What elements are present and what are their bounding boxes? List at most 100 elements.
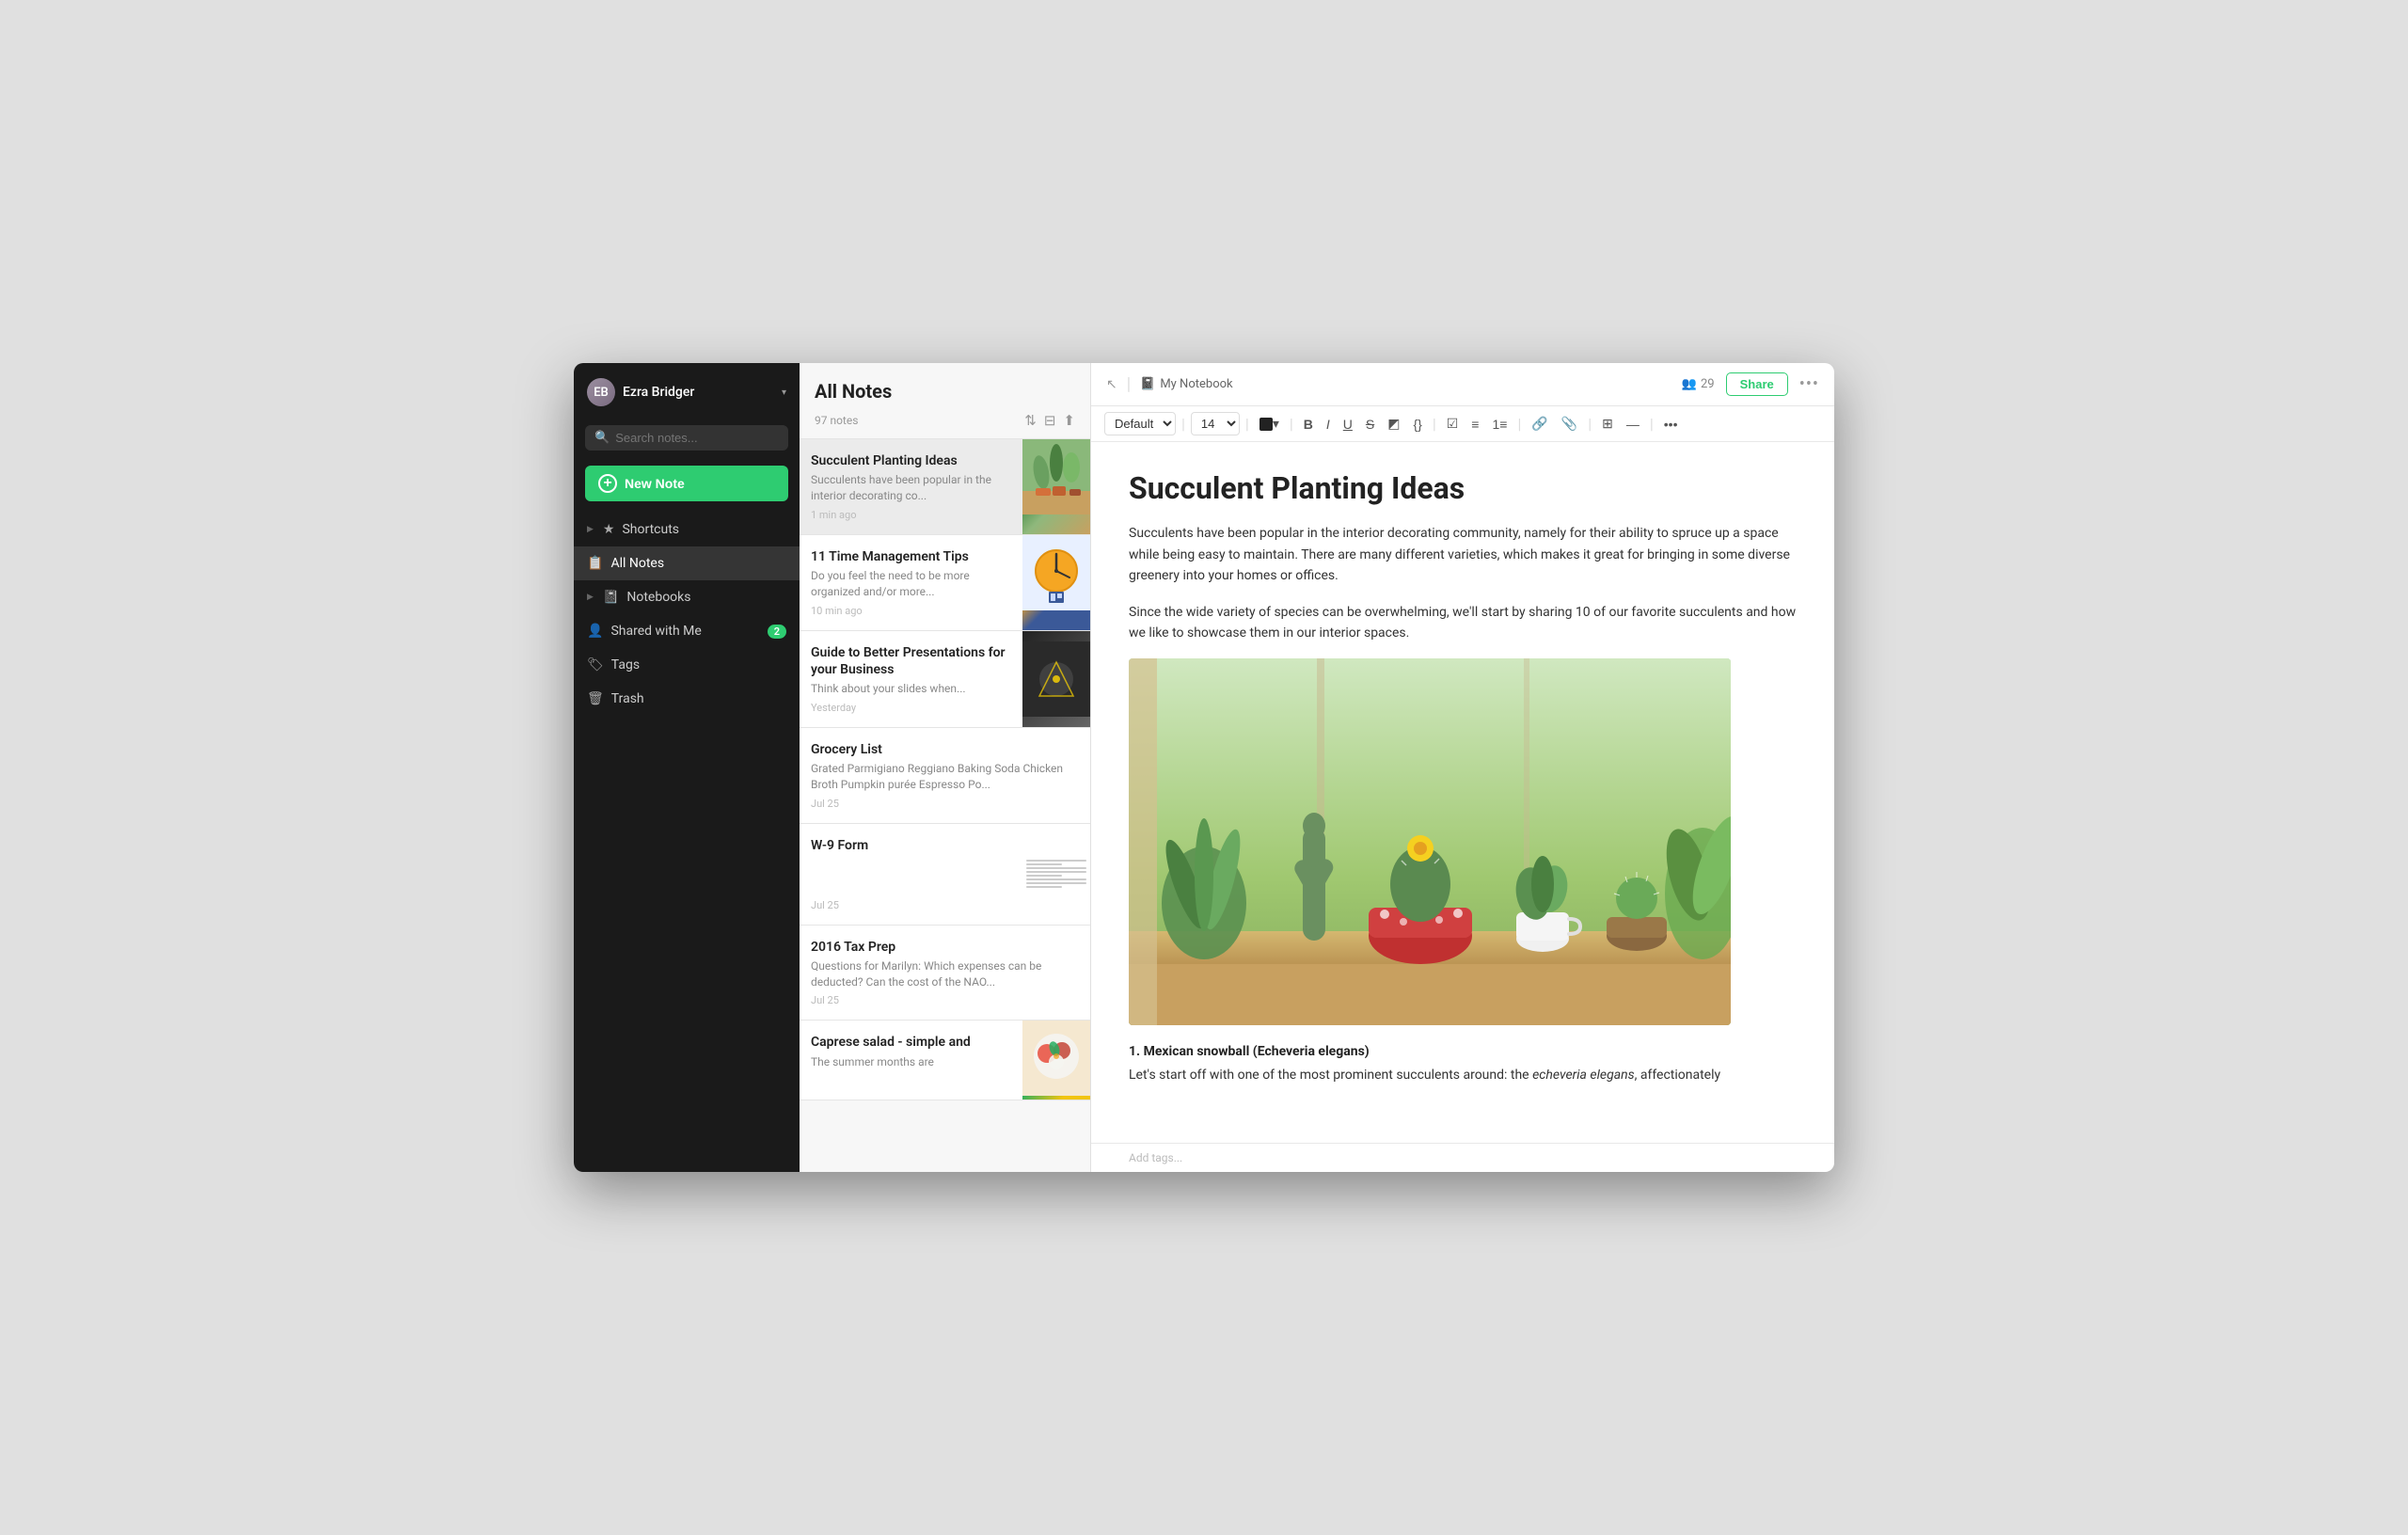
note-item-grocery[interactable]: Grocery List Grated Parmigiano Reggiano … bbox=[800, 728, 1090, 824]
sidebar-item-tags[interactable]: 🏷 Tags bbox=[574, 648, 800, 682]
sidebar-item-shortcuts[interactable]: ▶ ★ Shortcuts bbox=[574, 513, 800, 546]
note-thumb bbox=[1022, 1021, 1090, 1100]
note-time: 1 min ago bbox=[811, 509, 1011, 521]
search-input[interactable] bbox=[615, 431, 781, 445]
link-button[interactable]: 🔗 bbox=[1527, 413, 1552, 435]
table-button[interactable]: ⊞ bbox=[1597, 413, 1618, 435]
archive-icon[interactable]: ⬆ bbox=[1063, 412, 1075, 429]
note-title: 11 Time Management Tips bbox=[811, 548, 1011, 565]
format-sep: | bbox=[1433, 415, 1436, 433]
format-sep: | bbox=[1588, 415, 1592, 433]
highlight-button[interactable]: ◩ bbox=[1383, 413, 1404, 435]
user-profile[interactable]: EB Ezra Bridger ▾ bbox=[574, 363, 800, 421]
note-title: Caprese salad - simple and bbox=[811, 1034, 1011, 1051]
bold-button[interactable]: B bbox=[1299, 414, 1318, 435]
note-item-w9[interactable]: W-9 Form Jul 25 bbox=[800, 824, 1090, 926]
note-item-content: Succulent Planting Ideas Succulents have… bbox=[800, 439, 1022, 534]
unordered-list-button[interactable]: ≡ bbox=[1466, 414, 1483, 435]
note-time: Jul 25 bbox=[811, 798, 1077, 810]
notebooks-icon: 📓 bbox=[603, 590, 619, 605]
sidebar-item-shared[interactable]: 👤 Shared with Me 2 bbox=[574, 614, 800, 648]
search-bar[interactable]: 🔍 bbox=[585, 425, 788, 451]
sidebar-item-trash[interactable]: 🗑 Trash bbox=[574, 682, 800, 716]
attach-button[interactable]: 📎 bbox=[1557, 413, 1582, 435]
ordered-list-button[interactable]: 1≡ bbox=[1487, 414, 1512, 435]
note-item-content: Caprese salad - simple and The summer mo… bbox=[800, 1021, 1022, 1100]
arrow-icon: ▶ bbox=[587, 525, 594, 534]
note-time: Jul 25 bbox=[811, 899, 1011, 911]
font-color-button[interactable]: ▾ bbox=[1255, 413, 1284, 435]
sidebar-label-all-notes: All Notes bbox=[610, 556, 664, 571]
sidebar-label-shared: Shared with Me bbox=[610, 624, 701, 639]
more-format-button[interactable]: ••• bbox=[1659, 414, 1683, 435]
note-preview: Questions for Marilyn: Which expenses ca… bbox=[811, 958, 1077, 990]
checkbox-button[interactable]: ☑ bbox=[1442, 413, 1464, 435]
arrow-icon: ▶ bbox=[587, 593, 594, 602]
notes-icon: 📋 bbox=[587, 556, 603, 571]
collab-info: 👥 29 bbox=[1682, 377, 1715, 391]
add-tags-label[interactable]: Add tags... bbox=[1129, 1151, 1182, 1164]
code-button[interactable]: {} bbox=[1408, 414, 1426, 435]
notes-count: 97 notes bbox=[815, 414, 858, 427]
sidebar-label-notebooks: Notebooks bbox=[626, 590, 690, 605]
note-title-heading: Succulent Planting Ideas bbox=[1129, 470, 1797, 506]
notebook-ref[interactable]: 📓 My Notebook bbox=[1140, 377, 1232, 391]
shared-badge: 2 bbox=[768, 625, 786, 639]
note-title: Guide to Better Presentations for your B… bbox=[811, 644, 1011, 678]
view-toggle-icon[interactable]: ⊟ bbox=[1044, 412, 1056, 429]
sort-icon[interactable]: ⇅ bbox=[1024, 412, 1037, 429]
form-line bbox=[1026, 886, 1062, 888]
format-sep: | bbox=[1290, 415, 1293, 433]
note-item-content: 2016 Tax Prep Questions for Marilyn: Whi… bbox=[800, 926, 1090, 1021]
form-line bbox=[1026, 882, 1086, 884]
note-item-content: Grocery List Grated Parmigiano Reggiano … bbox=[800, 728, 1090, 823]
user-name: Ezra Bridger bbox=[623, 385, 774, 400]
sidebar-item-all-notes[interactable]: 📋 All Notes bbox=[574, 546, 800, 580]
notes-list-meta: 97 notes ⇅ ⊟ ⬆ bbox=[815, 412, 1075, 429]
nav-items: ▶ ★ Shortcuts 📋 All Notes ▶ 📓 Notebooks … bbox=[574, 513, 800, 1172]
note-preview: Succulents have been popular in the inte… bbox=[811, 472, 1011, 504]
form-line bbox=[1026, 878, 1086, 880]
note-item-succulent[interactable]: Succulent Planting Ideas Succulents have… bbox=[800, 439, 1090, 535]
sidebar-label-trash: Trash bbox=[611, 691, 644, 706]
more-options-icon[interactable]: ••• bbox=[1799, 374, 1819, 394]
note-item-content: Guide to Better Presentations for your B… bbox=[800, 631, 1022, 727]
divider-button[interactable]: — bbox=[1622, 414, 1644, 435]
strikethrough-button[interactable]: S bbox=[1361, 414, 1379, 435]
collab-icon: 👥 bbox=[1682, 377, 1697, 391]
form-line bbox=[1026, 860, 1086, 862]
note-item-time-mgmt[interactable]: 11 Time Management Tips Do you feel the … bbox=[800, 535, 1090, 631]
note-body-paragraph-1: Succulents have been popular in the inte… bbox=[1129, 523, 1797, 586]
toolbar-separator: | bbox=[1127, 374, 1131, 394]
editor-toolbar-top: ↖ | 📓 My Notebook 👥 29 Share ••• bbox=[1091, 363, 1834, 406]
new-note-button[interactable]: + New Note bbox=[585, 466, 788, 501]
format-sep: | bbox=[1245, 415, 1249, 433]
note-title: Succulent Planting Ideas bbox=[811, 452, 1011, 469]
notebook-icon: 📓 bbox=[1140, 377, 1155, 391]
toolbar-right: 👥 29 Share ••• bbox=[1682, 372, 1819, 396]
editor-footer[interactable]: Add tags... bbox=[1091, 1143, 1834, 1172]
note-item-tax[interactable]: 2016 Tax Prep Questions for Marilyn: Whi… bbox=[800, 926, 1090, 1021]
note-title: W-9 Form bbox=[811, 837, 1011, 854]
back-icon[interactable]: ↖ bbox=[1106, 377, 1117, 392]
note-preview: Grated Parmigiano Reggiano Baking Soda C… bbox=[811, 761, 1077, 793]
underline-button[interactable]: U bbox=[1339, 414, 1357, 435]
notes-list-header: All Notes 97 notes ⇅ ⊟ ⬆ bbox=[800, 363, 1090, 439]
notes-list-title: All Notes bbox=[815, 380, 1075, 403]
editor-format-bar: Default | 14 | ▾ | B I U S ◩ {} | ☑ ≡ 1≡… bbox=[1091, 406, 1834, 442]
new-note-label: New Note bbox=[625, 476, 685, 491]
note-item-caprese[interactable]: Caprese salad - simple and The summer mo… bbox=[800, 1021, 1090, 1100]
note-preview: Do you feel the need to be more organize… bbox=[811, 568, 1011, 600]
editor-panel: ↖ | 📓 My Notebook 👥 29 Share ••• Default bbox=[1091, 363, 1834, 1172]
note-preview bbox=[811, 857, 1011, 894]
share-button[interactable]: Share bbox=[1726, 372, 1788, 396]
font-size-select[interactable]: 14 bbox=[1191, 412, 1240, 435]
font-family-select[interactable]: Default bbox=[1104, 412, 1176, 435]
editor-content[interactable]: Succulent Planting Ideas Succulents have… bbox=[1091, 442, 1834, 1143]
thumb-pres-img bbox=[1022, 631, 1090, 727]
sidebar-item-notebooks[interactable]: ▶ 📓 Notebooks bbox=[574, 580, 800, 614]
note-item-presentations[interactable]: Guide to Better Presentations for your B… bbox=[800, 631, 1090, 728]
italic-button[interactable]: I bbox=[1322, 414, 1335, 435]
app-window: EB Ezra Bridger ▾ 🔍 + New Note ▶ ★ Short… bbox=[574, 363, 1834, 1172]
plus-icon: + bbox=[598, 474, 617, 493]
